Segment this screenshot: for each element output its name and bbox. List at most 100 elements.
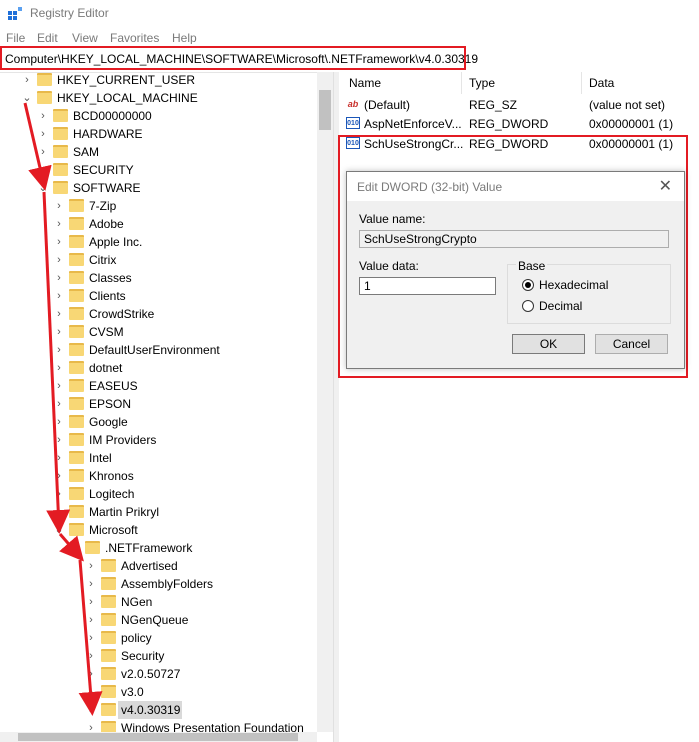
chevron-right-icon[interactable]: › <box>22 72 32 89</box>
tree-node[interactable]: › IM Providers <box>0 431 317 449</box>
tree-node[interactable]: ⌄ HKEY_LOCAL_MACHINE <box>0 89 317 107</box>
hexadecimal-label[interactable]: Hexadecimal <box>539 278 608 292</box>
chevron-right-icon[interactable]: › <box>54 251 64 269</box>
chevron-right-icon[interactable]: › <box>54 215 64 233</box>
tree-horizontal-scrollbar[interactable] <box>0 732 317 742</box>
ok-button[interactable]: OK <box>512 334 585 354</box>
tree-node[interactable]: › CrowdStrike <box>0 305 317 323</box>
column-separator[interactable] <box>461 72 462 94</box>
tree-node[interactable]: › Citrix <box>0 251 317 269</box>
tree-node[interactable]: › Intel <box>0 449 317 467</box>
tree-node[interactable]: › Logitech <box>0 485 317 503</box>
chevron-down-icon[interactable]: ⌄ <box>70 539 80 557</box>
tree-node[interactable]: › HKEY_CURRENT_USER <box>0 72 317 89</box>
chevron-right-icon[interactable]: › <box>54 395 64 413</box>
chevron-right-icon[interactable]: › <box>38 143 48 161</box>
tree-node[interactable]: › Classes <box>0 269 317 287</box>
chevron-right-icon[interactable]: › <box>86 647 96 665</box>
tree-node[interactable]: › v3.0 <box>0 683 317 701</box>
cancel-button[interactable]: Cancel <box>595 334 668 354</box>
chevron-right-icon[interactable]: › <box>54 233 64 251</box>
tree-node[interactable]: › Security <box>0 647 317 665</box>
tree-node[interactable]: › dotnet <box>0 359 317 377</box>
tree-node[interactable]: › CVSM <box>0 323 317 341</box>
tree-node[interactable]: › NGen <box>0 593 317 611</box>
value-data-field[interactable] <box>359 277 496 295</box>
dialog-title-bar[interactable]: Edit DWORD (32-bit) Value ✕ <box>347 172 684 201</box>
chevron-right-icon[interactable]: › <box>38 125 48 143</box>
chevron-right-icon[interactable]: › <box>54 323 64 341</box>
chevron-right-icon[interactable]: › <box>54 485 64 503</box>
chevron-right-icon[interactable]: › <box>54 341 64 359</box>
registry-key-tree[interactable]: › HKEY_CURRENT_USER ⌄ HKEY_LOCAL_MACHINE › BC… <box>0 72 333 742</box>
tree-vertical-scrollbar[interactable] <box>317 72 333 732</box>
tree-node[interactable]: › Clients <box>0 287 317 305</box>
tree-node[interactable]: › SAM <box>0 143 317 161</box>
menu-favorites[interactable]: Favorites <box>110 31 159 45</box>
column-header-data[interactable]: Data <box>589 76 614 90</box>
tree-node[interactable]: › HARDWARE <box>0 125 317 143</box>
value-row[interactable]: 010 AspNetEnforceV... REG_DWORD 0x000000… <box>339 114 699 133</box>
tree-hscroll-thumb[interactable] <box>18 733 298 741</box>
chevron-right-icon[interactable]: › <box>54 467 64 485</box>
tree-node[interactable]: › EASEUS <box>0 377 317 395</box>
column-separator[interactable] <box>581 72 582 94</box>
tree-node[interactable]: › Khronos <box>0 467 317 485</box>
chevron-right-icon[interactable]: › <box>54 413 64 431</box>
menu-edit[interactable]: Edit <box>37 31 58 45</box>
tree-node[interactable]: › policy <box>0 629 317 647</box>
tree-scroll-thumb[interactable] <box>319 90 331 130</box>
address-bar[interactable]: Computer\HKEY_LOCAL_MACHINE\SOFTWARE\Mic… <box>0 44 699 73</box>
chevron-right-icon[interactable]: › <box>86 593 96 611</box>
close-icon[interactable]: ✕ <box>659 176 672 196</box>
chevron-down-icon[interactable]: ⌄ <box>38 179 48 197</box>
chevron-down-icon[interactable]: ⌄ <box>54 521 64 539</box>
tree-node[interactable]: › Apple Inc. <box>0 233 317 251</box>
chevron-right-icon[interactable]: › <box>54 269 64 287</box>
chevron-right-icon[interactable]: › <box>86 665 96 683</box>
tree-node[interactable]: › Martin Prikryl <box>0 503 317 521</box>
menu-view[interactable]: View <box>72 31 98 45</box>
decimal-label[interactable]: Decimal <box>539 299 582 313</box>
chevron-right-icon[interactable]: › <box>86 575 96 593</box>
column-header-type[interactable]: Type <box>469 76 495 90</box>
chevron-right-icon[interactable]: › <box>54 305 64 323</box>
tree-node[interactable]: › DefaultUserEnvironment <box>0 341 317 359</box>
column-header-name[interactable]: Name <box>349 76 381 90</box>
chevron-right-icon[interactable]: › <box>54 287 64 305</box>
chevron-right-icon[interactable]: › <box>86 701 96 719</box>
tree-node[interactable]: › 7-Zip <box>0 197 317 215</box>
value-row[interactable]: ab (Default) REG_SZ (value not set) <box>339 95 699 114</box>
chevron-right-icon[interactable]: › <box>54 359 64 377</box>
tree-node[interactable]: › AssemblyFolders <box>0 575 317 593</box>
chevron-right-icon[interactable]: › <box>86 683 96 701</box>
tree-node[interactable]: › Advertised <box>0 557 317 575</box>
chevron-right-icon[interactable]: › <box>54 431 64 449</box>
tree-node[interactable]: ⌄ SOFTWARE <box>0 179 317 197</box>
tree-node[interactable]: ⌄ Microsoft <box>0 521 317 539</box>
tree-node[interactable]: › v2.0.50727 <box>0 665 317 683</box>
tree-node[interactable]: › SECURITY <box>0 161 317 179</box>
chevron-down-icon[interactable]: ⌄ <box>22 89 32 107</box>
tree-node[interactable]: › Google <box>0 413 317 431</box>
decimal-radio[interactable] <box>522 300 534 312</box>
chevron-right-icon[interactable]: › <box>54 449 64 467</box>
tree-node[interactable]: › v4.0.30319 <box>0 701 317 719</box>
chevron-right-icon[interactable]: › <box>54 197 64 215</box>
chevron-right-icon[interactable]: › <box>86 557 96 575</box>
chevron-right-icon[interactable]: › <box>54 503 64 521</box>
tree-node[interactable]: › EPSON <box>0 395 317 413</box>
chevron-right-icon[interactable]: › <box>38 161 48 179</box>
tree-node[interactable]: › BCD00000000 <box>0 107 317 125</box>
hexadecimal-radio[interactable] <box>522 279 534 291</box>
chevron-right-icon[interactable]: › <box>86 611 96 629</box>
tree-node[interactable]: › NGenQueue <box>0 611 317 629</box>
tree-node[interactable]: ⌄ .NETFramework <box>0 539 317 557</box>
chevron-right-icon[interactable]: › <box>54 377 64 395</box>
tree-node[interactable]: › Adobe <box>0 215 317 233</box>
menu-help[interactable]: Help <box>172 31 197 45</box>
menu-file[interactable]: File <box>6 31 25 45</box>
chevron-right-icon[interactable]: › <box>38 107 48 125</box>
chevron-right-icon[interactable]: › <box>86 629 96 647</box>
value-name-field[interactable] <box>359 230 669 248</box>
